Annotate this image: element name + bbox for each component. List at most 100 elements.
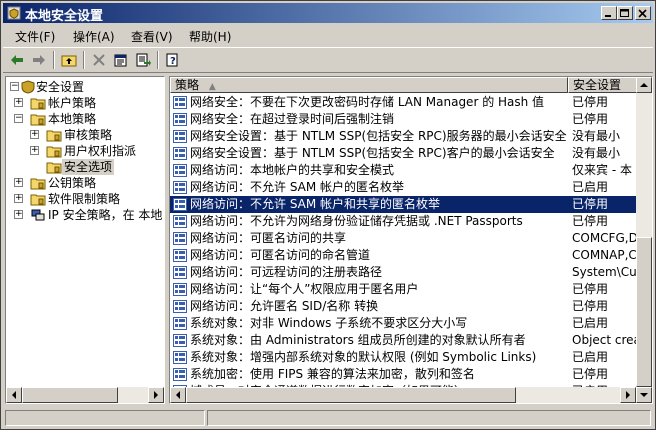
policy-row[interactable]: 系统对象：对非 Windows 子系统不要求区分大小写 已启用 bbox=[170, 315, 636, 332]
policy-name: 网络访问：可远程访问的注册表路径 bbox=[190, 265, 383, 279]
policy-setting-value: 已启用 bbox=[572, 316, 609, 330]
scroll-left-button[interactable] bbox=[170, 387, 186, 403]
column-header-policy[interactable]: 策略 ▲ bbox=[170, 77, 568, 93]
list-horizontal-scrollbar[interactable] bbox=[170, 387, 636, 403]
arrow-right-icon bbox=[154, 391, 158, 399]
tree-item-local-policies[interactable]: − 本地策略 bbox=[6, 111, 164, 127]
folder-icon bbox=[30, 98, 46, 110]
expand-icon[interactable]: + bbox=[14, 98, 23, 107]
delete-icon bbox=[93, 54, 105, 66]
arrow-up-icon bbox=[640, 83, 648, 87]
expand-icon[interactable]: + bbox=[30, 146, 39, 155]
tree-pane[interactable]: − 安全设置 + 帐户策略 − 本地策略 + 审核策略 + 用户权利指派 安全选项 + 公钥策略 + 软件限… bbox=[5, 76, 165, 404]
collapse-icon[interactable]: − bbox=[10, 82, 19, 91]
sort-ascending-icon: ▲ bbox=[208, 82, 216, 92]
menu-view[interactable]: 查看(V) bbox=[131, 28, 173, 45]
policy-icon bbox=[173, 351, 187, 364]
scroll-thumb[interactable] bbox=[186, 387, 516, 403]
policy-name: 网络访问：不允许 SAM 帐户的匿名枚举 bbox=[190, 180, 405, 194]
policy-setting-value: 已停用 bbox=[572, 214, 609, 228]
column-setting-label: 安全设置 bbox=[573, 78, 622, 92]
policy-row[interactable]: 网络访问：可匿名访问的命名管道 COMNAP,COMN bbox=[170, 247, 636, 264]
column-header-setting[interactable]: 安全设置 bbox=[568, 77, 638, 93]
policy-row[interactable]: 网络访问：允许匿名 SID/名称 转换 已停用 bbox=[170, 298, 636, 315]
policy-row[interactable]: 网络访问：可匿名访问的共享 COMCFG,DFS$ bbox=[170, 230, 636, 247]
policy-row[interactable]: 网络访问：不允许 SAM 帐户的匿名枚举 已启用 bbox=[170, 179, 636, 196]
scroll-down-button[interactable] bbox=[636, 387, 652, 403]
expand-icon[interactable]: + bbox=[14, 194, 23, 203]
policy-row[interactable]: 网络安全设置：基于 NTLM SSP(包括安全 RPC)客户的最小会话安全 没有最… bbox=[170, 145, 636, 162]
export-list-button[interactable] bbox=[133, 51, 153, 69]
policy-row[interactable]: 网络访问：不允许为网络身份验证储存凭据或 .NET Passports 已停用 bbox=[170, 213, 636, 230]
tree-item-security-options[interactable]: 安全选项 bbox=[6, 159, 164, 175]
tree-item-security-settings[interactable]: − 安全设置 bbox=[6, 79, 164, 95]
expand-icon[interactable]: + bbox=[14, 178, 23, 187]
collapse-icon[interactable]: − bbox=[14, 114, 23, 123]
close-button[interactable] bbox=[635, 6, 651, 20]
tree-horizontal-scrollbar[interactable] bbox=[6, 387, 164, 403]
policy-name: 网络访问：不允许 SAM 帐户和共享的匿名枚举 bbox=[190, 197, 441, 211]
menu-file[interactable]: 文件(F) bbox=[15, 28, 55, 45]
up-folder-button[interactable] bbox=[59, 51, 79, 69]
back-button[interactable] bbox=[7, 51, 27, 69]
maximize-icon bbox=[620, 9, 629, 17]
policy-name: 系统对象：对非 Windows 子系统不要求区分大小写 bbox=[190, 316, 468, 330]
list-vertical-scrollbar[interactable] bbox=[636, 77, 652, 403]
policy-row[interactable]: 网络访问：可远程访问的注册表路径 System\Curr bbox=[170, 264, 636, 281]
policy-setting-value: 仅来宾 - 本 bbox=[572, 163, 632, 177]
scroll-right-button[interactable] bbox=[620, 387, 636, 403]
folder-icon bbox=[46, 130, 62, 142]
scroll-right-button[interactable] bbox=[148, 387, 164, 403]
tree-item-ip-security[interactable]: + IP 安全策略，在 本地 bbox=[6, 207, 164, 223]
policy-name: 网络安全：在超过登录时间后强制注销 bbox=[190, 112, 395, 126]
policy-row[interactable]: 系统对象：增强内部系统对象的默认权限 (例如 Symbolic Links) 已启… bbox=[170, 349, 636, 366]
arrow-left-icon bbox=[12, 391, 16, 399]
policy-row[interactable]: 网络访问：让“每个人”权限应用于匿名用户 已停用 bbox=[170, 281, 636, 298]
policy-row[interactable]: 网络安全设置：基于 NTLM SSP(包括安全 RPC)服务器的最小会话安全 没有… bbox=[170, 128, 636, 145]
policy-row[interactable]: 系统加密：使用 FIPS 兼容的算法来加密，散列和签名 已停用 bbox=[170, 366, 636, 383]
menu-help[interactable]: 帮助(H) bbox=[189, 28, 231, 45]
menu-action[interactable]: 操作(A) bbox=[73, 28, 115, 45]
scroll-up-button[interactable] bbox=[636, 77, 652, 93]
export-icon bbox=[136, 53, 151, 67]
tree-item-label: 本地策略 bbox=[48, 112, 97, 126]
tree-item-public-key-policies[interactable]: + 公钥策略 bbox=[6, 175, 164, 191]
policy-icon bbox=[173, 368, 187, 381]
maximize-button[interactable] bbox=[617, 6, 633, 20]
policy-list[interactable]: 策略 ▲ 安全设置 网络安全：不要在下次更改密码时存储 LAN Manager … bbox=[169, 76, 653, 404]
delete-button[interactable] bbox=[89, 51, 109, 69]
policy-name: 网络访问：可匿名访问的共享 bbox=[190, 231, 347, 245]
column-policy-label: 策略 bbox=[175, 78, 200, 92]
expand-icon[interactable]: + bbox=[30, 130, 39, 139]
policy-name: 网络安全设置：基于 NTLM SSP(包括安全 RPC)服务器的最小会话安全 bbox=[190, 129, 567, 143]
folder-icon bbox=[30, 194, 46, 206]
tree-item-software-restriction[interactable]: + 软件限制策略 bbox=[6, 191, 164, 207]
tree-item-label: 帐户策略 bbox=[48, 96, 97, 110]
properties-button[interactable] bbox=[111, 51, 131, 69]
policy-row[interactable]: 网络安全：不要在下次更改密码时存储 LAN Manager 的 Hash 值 已停… bbox=[170, 94, 636, 111]
policy-row[interactable]: 网络访问：不允许 SAM 帐户和共享的匿名枚举 已停用 bbox=[170, 196, 636, 213]
scroll-thumb[interactable] bbox=[636, 237, 652, 387]
help-icon: ? bbox=[166, 53, 178, 67]
scroll-thumb[interactable] bbox=[22, 387, 118, 403]
title-bar[interactable]: 本地安全设置 bbox=[3, 3, 653, 24]
tree-item-audit-policy[interactable]: + 审核策略 bbox=[6, 127, 164, 143]
help-button[interactable]: ? bbox=[163, 51, 183, 69]
policy-setting-value: Object crea bbox=[572, 333, 636, 347]
policy-row[interactable]: 系统对象：由 Administrators 组成员所创建的对象默认所有者 Obje… bbox=[170, 332, 636, 349]
tree-item-account-policies[interactable]: + 帐户策略 bbox=[6, 95, 164, 111]
scroll-left-button[interactable] bbox=[6, 387, 22, 403]
minimize-button[interactable] bbox=[601, 6, 617, 20]
tree-item-user-rights[interactable]: + 用户权利指派 bbox=[6, 143, 164, 159]
policy-icon bbox=[173, 130, 187, 143]
policy-setting-value: 没有最小 bbox=[572, 146, 621, 160]
policy-setting-value: 已停用 bbox=[572, 197, 609, 211]
policy-row[interactable]: 网络安全：在超过登录时间后强制注销 已停用 bbox=[170, 111, 636, 128]
expand-icon[interactable]: + bbox=[14, 210, 23, 219]
minimize-icon bbox=[605, 15, 611, 17]
policy-setting-value: 已启用 bbox=[572, 180, 609, 194]
svg-text:?: ? bbox=[170, 56, 176, 67]
policy-row[interactable]: 网络访问：本地帐户的共享和安全模式 仅来宾 - 本 bbox=[170, 162, 636, 179]
forward-button[interactable] bbox=[29, 51, 49, 69]
arrow-down-icon bbox=[640, 393, 648, 397]
